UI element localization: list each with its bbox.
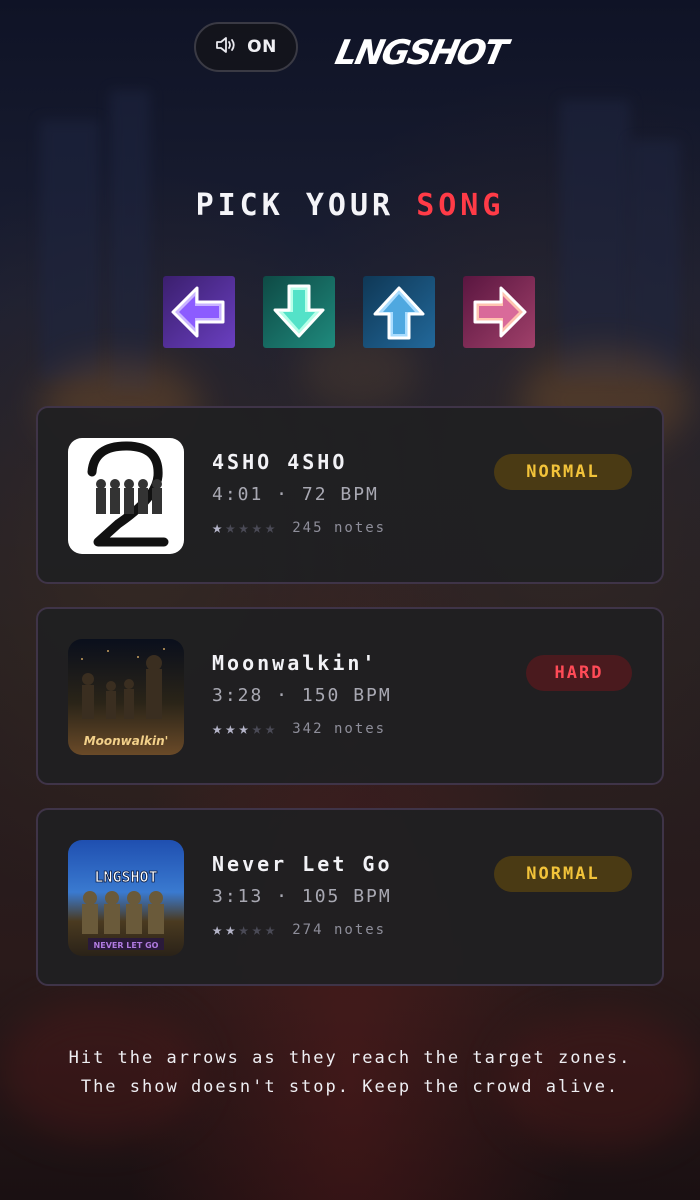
instructions-line-2: The show doesn't stop. Keep the crowd al… bbox=[80, 1077, 620, 1097]
album-cover: LNGSHOT NEVER LET GO bbox=[68, 840, 184, 956]
star-icon: ★ bbox=[238, 719, 249, 739]
title-part-pick-your: PICK YOUR bbox=[195, 188, 395, 223]
song-title: Never Let Go bbox=[212, 852, 393, 876]
star-icon: ★ bbox=[225, 920, 236, 940]
arrow-right-tile[interactable] bbox=[463, 276, 535, 348]
title-part-song: SONG bbox=[416, 188, 505, 223]
album-cover bbox=[68, 438, 184, 554]
arrow-down-icon bbox=[273, 284, 325, 338]
arrow-up-tile[interactable] bbox=[363, 276, 435, 348]
song-meta: 4:01 · 72 BPM bbox=[212, 484, 379, 505]
star-icon: ★ bbox=[238, 518, 249, 538]
star-icon: ★ bbox=[265, 920, 276, 940]
lngshot-logo: LNGSHOT bbox=[331, 33, 510, 73]
star-icon: ★ bbox=[265, 518, 276, 538]
background-scene bbox=[0, 0, 700, 1200]
song-card-4sho-4sho[interactable]: 4SHO 4SHO 4:01 · 72 BPM ★ ★ ★ ★ ★ 245 no… bbox=[36, 406, 664, 584]
song-title: 4SHO 4SHO bbox=[212, 450, 348, 474]
difficulty-badge: HARD bbox=[526, 655, 632, 691]
star-icon: ★ bbox=[225, 719, 236, 739]
svg-text:NEVER LET GO: NEVER LET GO bbox=[94, 941, 159, 950]
note-count: 245 notes bbox=[292, 520, 387, 536]
sound-toggle-button[interactable]: ON bbox=[194, 22, 298, 72]
difficulty-stars: ★ ★ ★ ★ ★ 274 notes bbox=[212, 920, 386, 940]
note-count: 342 notes bbox=[292, 721, 387, 737]
song-card-never-let-go[interactable]: LNGSHOT NEVER LET GO Never Let Go 3:13 ·… bbox=[36, 808, 664, 986]
star-icon: ★ bbox=[212, 719, 223, 739]
album-cover: Moonwalkin' bbox=[68, 639, 184, 755]
star-icon: ★ bbox=[251, 518, 262, 538]
arrow-up-icon bbox=[373, 286, 425, 340]
star-icon: ★ bbox=[212, 920, 223, 940]
page-title: PICK YOUR SONG bbox=[0, 188, 700, 223]
arrow-right-icon bbox=[473, 286, 527, 338]
star-icon: ★ bbox=[265, 719, 276, 739]
speaker-icon bbox=[215, 35, 239, 59]
svg-text:Moonwalkin': Moonwalkin' bbox=[84, 734, 169, 748]
star-icon: ★ bbox=[238, 920, 249, 940]
star-icon: ★ bbox=[212, 518, 223, 538]
sound-state-label: ON bbox=[247, 37, 277, 57]
difficulty-stars: ★ ★ ★ ★ ★ 342 notes bbox=[212, 719, 386, 739]
note-count: 274 notes bbox=[292, 922, 387, 938]
song-meta: 3:13 · 105 BPM bbox=[212, 886, 392, 907]
song-card-moonwalkin[interactable]: Moonwalkin' Moonwalkin' 3:28 · 150 BPM ★… bbox=[36, 607, 664, 785]
arrow-legend bbox=[163, 276, 535, 348]
star-icon: ★ bbox=[251, 719, 262, 739]
difficulty-badge: NORMAL bbox=[494, 454, 632, 490]
arrow-left-icon bbox=[171, 286, 225, 338]
svg-text:LNGSHOT: LNGSHOT bbox=[94, 868, 157, 886]
star-icon: ★ bbox=[225, 518, 236, 538]
arrow-down-tile[interactable] bbox=[263, 276, 335, 348]
difficulty-stars: ★ ★ ★ ★ ★ 245 notes bbox=[212, 518, 386, 538]
arrow-left-tile[interactable] bbox=[163, 276, 235, 348]
instructions-text: Hit the arrows as they reach the target … bbox=[0, 1044, 700, 1102]
instructions-line-1: Hit the arrows as they reach the target … bbox=[68, 1048, 632, 1068]
song-meta: 3:28 · 150 BPM bbox=[212, 685, 392, 706]
star-icon: ★ bbox=[251, 920, 262, 940]
difficulty-badge: NORMAL bbox=[494, 856, 632, 892]
song-title: Moonwalkin' bbox=[212, 651, 378, 675]
